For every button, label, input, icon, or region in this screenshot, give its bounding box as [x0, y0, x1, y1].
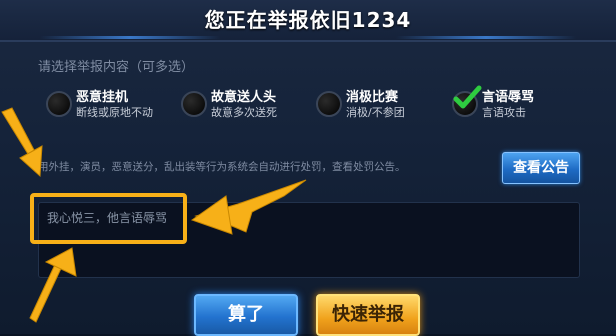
arrow-icon — [29, 247, 77, 323]
annotation-arrows — [1, 107, 307, 323]
arrow-icon — [190, 179, 307, 235]
arrow-icon — [1, 107, 43, 178]
